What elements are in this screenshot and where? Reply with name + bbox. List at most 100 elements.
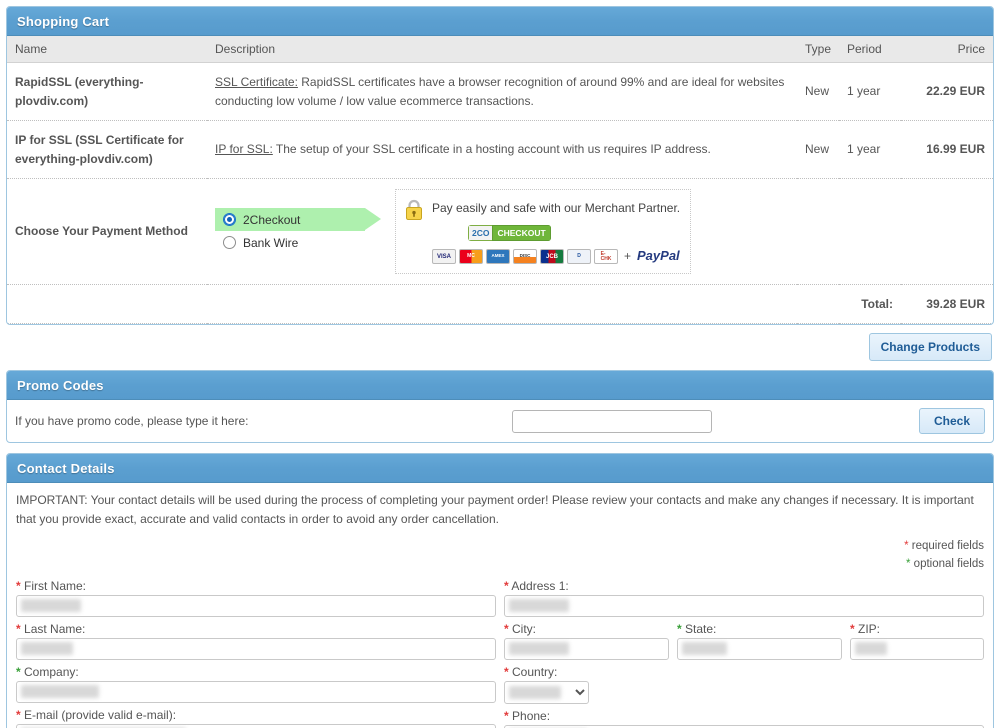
- 2checkout-badge-right: CHECKOUT: [492, 225, 550, 242]
- promo-codes-body: If you have promo code, please type it h…: [7, 400, 993, 442]
- required-asterisk: *: [504, 622, 509, 636]
- first-name-input-wrap: [16, 595, 496, 617]
- field-group-city-state-zip: * City: * State:: [504, 622, 984, 660]
- merchant-partner-tagline: Pay easily and safe with our Merchant Pa…: [432, 199, 680, 218]
- address1-input-wrap: [504, 595, 984, 617]
- field-country: * Country:: [504, 665, 984, 704]
- optional-asterisk: *: [16, 665, 21, 679]
- cart-table-head: Name Description Type Period Price: [7, 36, 993, 63]
- total-value: 39.28 EUR: [901, 284, 993, 324]
- redacted-value: [21, 599, 81, 612]
- email-label-text: E-mail (provide valid e-mail):: [24, 708, 176, 722]
- product-type-link[interactable]: SSL Certificate:: [215, 75, 298, 89]
- field-first-name: * First Name:: [16, 579, 496, 617]
- field-legend: * required fields * optional fields: [16, 538, 984, 573]
- last-name-label: * Last Name:: [16, 622, 496, 636]
- discover-icon: DISC: [513, 249, 537, 264]
- contact-form: * First Name: * Last Name:: [16, 579, 984, 728]
- form-column-right: * Address 1: * City:: [504, 579, 984, 728]
- payment-method-row: Choose Your Payment Method 2Checkout: [7, 179, 993, 284]
- redacted-value: [682, 642, 727, 655]
- payment-option-bank-wire[interactable]: Bank Wire: [215, 231, 365, 254]
- cart-item-description: IP for SSL: The setup of your SSL certif…: [207, 121, 797, 179]
- last-name-field[interactable]: [16, 638, 496, 660]
- legend-optional-label: optional fields: [914, 558, 984, 570]
- required-asterisk: *: [16, 708, 21, 722]
- radio-icon[interactable]: [223, 213, 236, 226]
- field-phone: * Phone:: [504, 709, 984, 728]
- legend-optional: * optional fields: [16, 556, 984, 573]
- first-name-label: * First Name:: [16, 579, 496, 593]
- address1-field[interactable]: [504, 595, 984, 617]
- promo-code-label: If you have promo code, please type it h…: [15, 414, 248, 428]
- field-last-name: * Last Name:: [16, 622, 496, 660]
- company-label: * Company:: [16, 665, 496, 679]
- total-label: Total:: [797, 284, 901, 324]
- zip-input-wrap: [850, 638, 984, 660]
- checkout-page: Shopping Cart Name Description Type Peri…: [0, 0, 1000, 728]
- address1-label-text: Address 1:: [511, 579, 568, 593]
- email-input-wrap: [16, 724, 496, 728]
- first-name-field[interactable]: [16, 595, 496, 617]
- zip-label-text: ZIP:: [858, 622, 880, 636]
- cart-item-price: 16.99 EUR: [901, 121, 993, 179]
- column-header-period: Period: [839, 36, 901, 63]
- cart-item-description-text: RapidSSL certificates have a browser rec…: [215, 75, 784, 108]
- radio-icon[interactable]: [223, 236, 236, 249]
- lock-icon: [404, 199, 424, 227]
- redacted-value: [21, 642, 73, 655]
- payment-option-2checkout[interactable]: 2Checkout: [215, 208, 365, 231]
- cart-item-period: 1 year: [839, 63, 901, 121]
- company-label-text: Company:: [24, 665, 79, 679]
- column-header-name: Name: [7, 36, 207, 63]
- required-asterisk: *: [904, 540, 908, 552]
- table-row: IP for SSL (SSL Certificate for everythi…: [7, 121, 993, 179]
- field-email: * E-mail (provide valid e-mail):: [16, 708, 496, 728]
- cart-item-description-text: The setup of your SSL certificate in a h…: [273, 142, 711, 156]
- cart-actions: Change Products: [6, 333, 992, 361]
- paypal-icon: PayPal: [637, 246, 680, 266]
- promo-code-input[interactable]: [512, 410, 712, 433]
- column-header-description: Description: [207, 36, 797, 63]
- product-type-link[interactable]: IP for SSL:: [215, 142, 273, 156]
- state-input-wrap: [677, 638, 842, 660]
- contact-details-body: IMPORTANT: Your contact details will be …: [7, 483, 993, 728]
- country-label-text: Country:: [512, 665, 557, 679]
- redacted-value: [855, 642, 887, 655]
- field-zip: * ZIP:: [850, 622, 984, 660]
- cart-item-price: 22.29 EUR: [901, 63, 993, 121]
- cart-item-description: SSL Certificate: RapidSSL certificates h…: [207, 63, 797, 121]
- mastercard-icon: MC: [459, 249, 483, 264]
- payment-options-group: 2Checkout Bank Wire: [215, 208, 365, 254]
- jcb-icon: JCB: [540, 249, 564, 264]
- zip-label: * ZIP:: [850, 622, 984, 636]
- accepted-cards-strip: VISA MC AMEX DISC JCB D E-CHK + PayPal: [432, 246, 680, 266]
- last-name-label-text: Last Name:: [24, 622, 85, 636]
- redacted-value: [509, 599, 569, 612]
- cart-table-body: RapidSSL (everything-plovdiv.com) SSL Ce…: [7, 63, 993, 324]
- contact-details-title: Contact Details: [7, 454, 993, 483]
- redacted-value: [509, 686, 561, 699]
- change-products-button[interactable]: Change Products: [869, 333, 992, 361]
- email-label: * E-mail (provide valid e-mail):: [16, 708, 496, 722]
- cart-total-row: Total: 39.28 EUR: [7, 284, 993, 324]
- payment-option-label: Bank Wire: [243, 234, 298, 253]
- column-header-type: Type: [797, 36, 839, 63]
- 2checkout-badge-icon: 2CO CHECKOUT: [468, 225, 551, 242]
- check-promo-button[interactable]: Check: [919, 408, 985, 434]
- echeck-icon: E-CHK: [594, 249, 618, 264]
- country-label: * Country:: [504, 665, 984, 679]
- cart-table: Name Description Type Period Price Rapid…: [7, 36, 993, 324]
- optional-asterisk: *: [906, 558, 910, 570]
- company-input-wrap: [16, 681, 496, 703]
- city-label-text: City:: [512, 622, 536, 636]
- state-label: * State:: [677, 622, 842, 636]
- merchant-partner-content: Pay easily and safe with our Merchant Pa…: [432, 197, 680, 266]
- column-header-price: Price: [901, 36, 993, 63]
- important-notice: IMPORTANT: Your contact details will be …: [16, 491, 984, 528]
- city-label: * City:: [504, 622, 669, 636]
- shopping-cart-title: Shopping Cart: [7, 7, 993, 36]
- redacted-value: [509, 642, 569, 655]
- address1-label: * Address 1:: [504, 579, 984, 593]
- required-asterisk: *: [16, 622, 21, 636]
